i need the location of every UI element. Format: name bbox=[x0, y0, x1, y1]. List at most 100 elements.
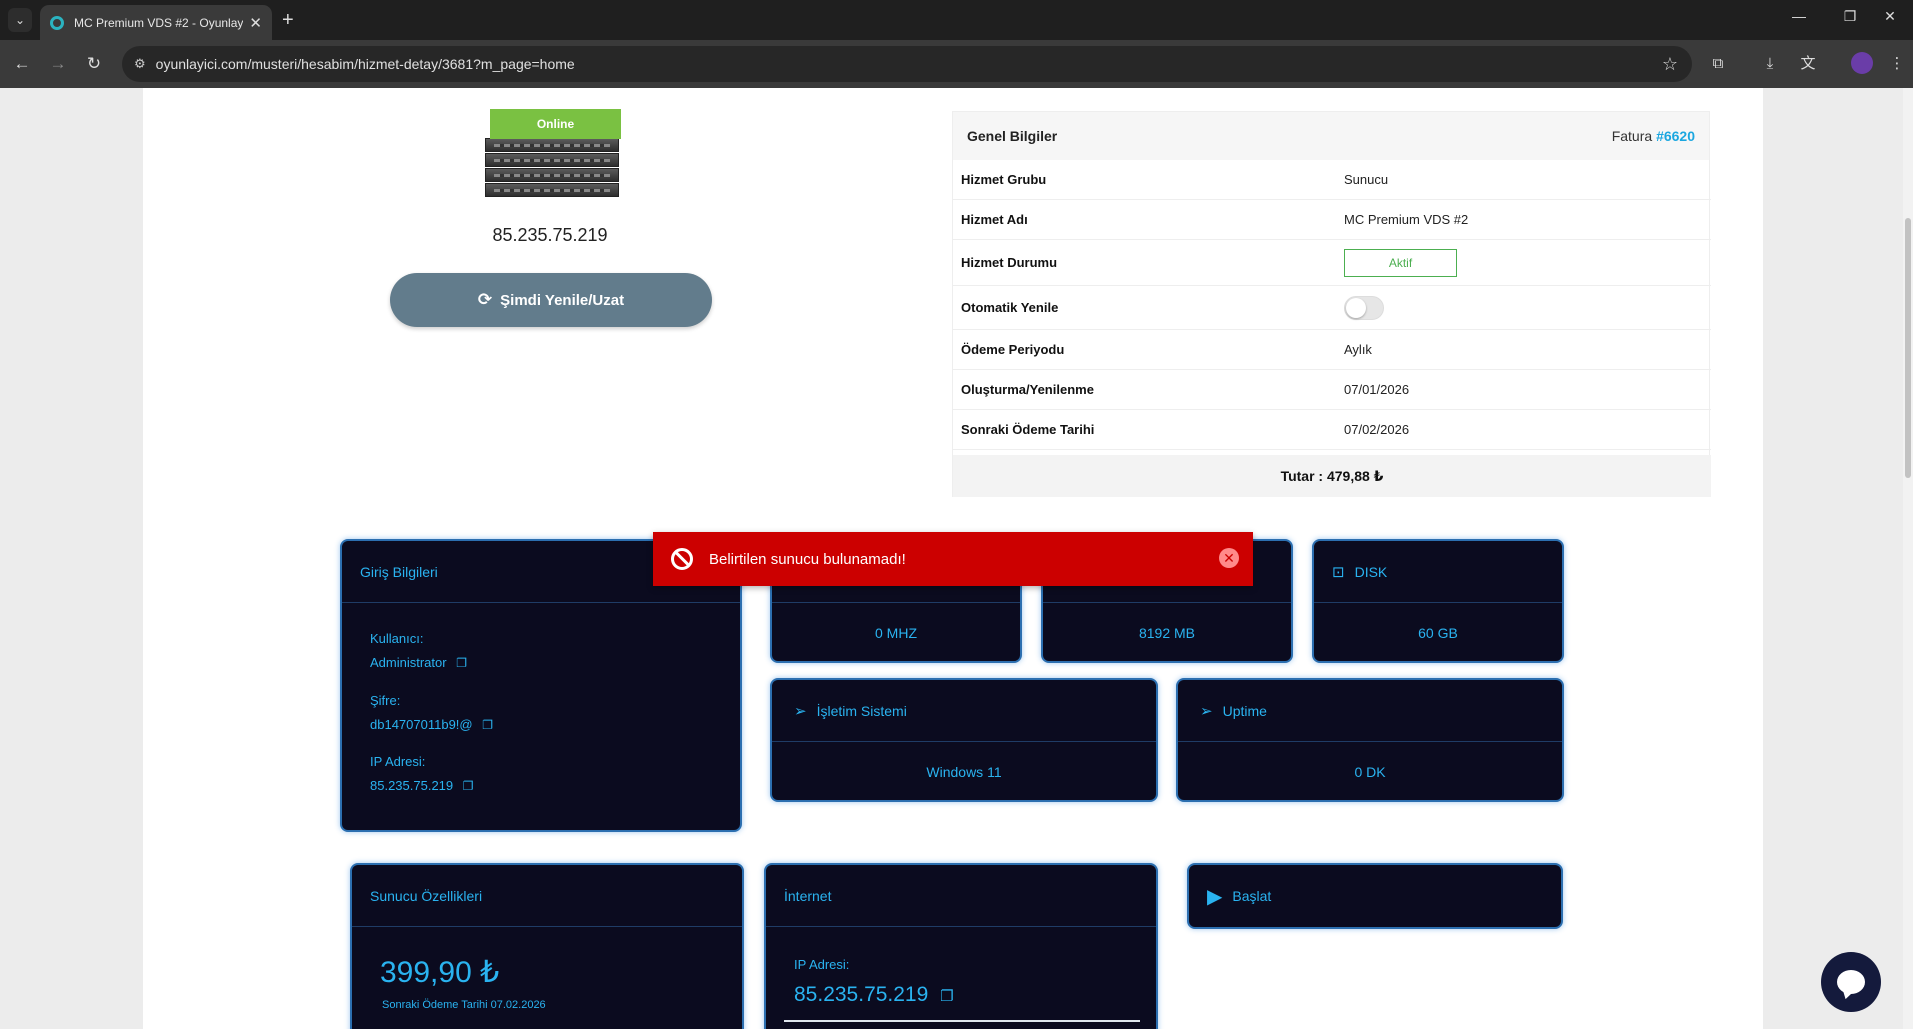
uptime-card-header: ➢ Uptime bbox=[1178, 680, 1562, 742]
bookmark-star-icon[interactable]: ☆ bbox=[1662, 54, 1678, 75]
status-badge: Online bbox=[490, 109, 621, 139]
service-status-badge: Aktif bbox=[1344, 248, 1457, 277]
price-value: 399,90 ₺ bbox=[380, 956, 500, 989]
general-info-title: Genel Bilgiler bbox=[967, 128, 1058, 144]
menu-kebab-icon[interactable]: ⋮ bbox=[1885, 52, 1909, 76]
send-icon: ➢ bbox=[794, 702, 807, 720]
info-key: Otomatik Yenile bbox=[961, 300, 1059, 315]
internet-ip-label: IP Adresi: bbox=[794, 957, 850, 972]
uptime-value: 0 DK bbox=[1354, 764, 1386, 780]
error-message: Belirtilen sunucu bulunamadı! bbox=[709, 550, 906, 568]
copy-icon[interactable]: ❐ bbox=[456, 656, 467, 670]
chat-bubble-icon bbox=[1837, 970, 1865, 994]
password-value-row: db14707011b9!@ ❐ bbox=[370, 717, 493, 732]
disk-card: ⊡ DISK 60 GB bbox=[1312, 539, 1564, 663]
profile-avatar[interactable] bbox=[1851, 52, 1873, 74]
info-key: Hizmet Grubu bbox=[961, 172, 1047, 187]
reload-icon[interactable]: ↻ bbox=[82, 52, 106, 76]
os-title: İşletim Sistemi bbox=[816, 702, 907, 719]
info-value: Sunucu bbox=[1344, 172, 1389, 187]
tab-close-icon[interactable]: ✕ bbox=[249, 14, 262, 32]
start-button-label: Başlat bbox=[1232, 888, 1272, 904]
divider bbox=[784, 1020, 1140, 1022]
start-button[interactable]: ▶ Başlat bbox=[1187, 863, 1563, 929]
invoice-info: Fatura #6620 bbox=[1612, 128, 1695, 144]
download-icon[interactable]: ⤓ bbox=[1758, 52, 1782, 76]
info-key: Sonraki Ödeme Tarihi bbox=[961, 422, 1095, 437]
toast-close-icon[interactable]: ✕ bbox=[1219, 548, 1239, 568]
translate-icon[interactable]: 文 bbox=[1796, 52, 1820, 76]
disk-icon: ⊡ bbox=[1332, 563, 1345, 581]
password-value: db14707011b9!@ bbox=[370, 717, 473, 732]
general-info-header: Genel Bilgiler Fatura #6620 bbox=[953, 112, 1709, 160]
username-label: Kullanıcı: bbox=[370, 631, 424, 646]
disk-value: 60 GB bbox=[1418, 625, 1458, 641]
internet-card: İnternet IP Adresi: 85.235.75.219 ❐ bbox=[764, 863, 1158, 1029]
site-favicon-icon bbox=[50, 15, 64, 30]
username-value: Administrator bbox=[370, 655, 447, 670]
info-row: Oluşturma/Yenilenme 07/01/2026 bbox=[953, 370, 1711, 410]
error-toast: Belirtilen sunucu bulunamadı! ✕ bbox=[653, 532, 1253, 586]
uptime-title: Uptime bbox=[1222, 702, 1267, 719]
info-row: Hizmet Durumu Aktif bbox=[953, 240, 1711, 286]
address-bar[interactable]: ⚙ oyunlayici.com/musteri/hesabim/hizmet-… bbox=[122, 46, 1692, 82]
copy-icon[interactable]: ❐ bbox=[940, 988, 953, 1005]
extensions-icon[interactable]: ⧉ bbox=[1706, 52, 1730, 76]
username-value-row: Administrator ❐ bbox=[370, 655, 467, 670]
ram-value: 8192 MB bbox=[1138, 625, 1196, 641]
ip-value: 85.235.75.219 bbox=[370, 778, 454, 793]
copy-icon[interactable]: ❐ bbox=[463, 779, 474, 793]
os-value: Windows 11 bbox=[926, 764, 1002, 780]
new-tab-icon[interactable]: + bbox=[282, 8, 294, 32]
uptime-card: ➢ Uptime 0 DK bbox=[1176, 678, 1564, 802]
info-key: Oluşturma/Yenilenme bbox=[961, 382, 1094, 397]
info-value: 07/02/2026 bbox=[1344, 422, 1410, 437]
next-payment-date: Sonraki Ödeme Tarihi 07.02.2026 bbox=[382, 999, 546, 1011]
tab-title: MC Premium VDS #2 - Oyunlay bbox=[74, 15, 244, 30]
info-key: Hizmet Durumu bbox=[961, 255, 1058, 270]
window-close-icon[interactable]: ✕ bbox=[1878, 8, 1902, 25]
info-key: Ödeme Periyodu bbox=[961, 342, 1065, 357]
disk-card-header: ⊡ DISK bbox=[1314, 541, 1562, 603]
server-image bbox=[485, 138, 619, 200]
info-row: Hizmet Grubu Sunucu bbox=[953, 160, 1711, 200]
cpu-value: 0 MHZ bbox=[875, 625, 917, 641]
refresh-icon: ⟳ bbox=[477, 290, 493, 309]
browser-tab[interactable]: MC Premium VDS #2 - Oyunlay ✕ bbox=[40, 5, 272, 40]
url-text[interactable]: oyunlayici.com/musteri/hesabim/hizmet-de… bbox=[156, 56, 1662, 72]
renew-button[interactable]: ⟳ Şimdi Yenile/Uzat bbox=[390, 273, 712, 327]
tab-search-icon[interactable]: ⌄ bbox=[8, 8, 32, 32]
browser-toolbar: ← → ↻ ⚙ oyunlayici.com/musteri/hesabim/h… bbox=[0, 40, 1913, 88]
send-icon: ➢ bbox=[1200, 702, 1213, 720]
site-info-icon[interactable]: ⚙ bbox=[134, 56, 146, 72]
os-card: ➢ İşletim Sistemi Windows 11 bbox=[770, 678, 1158, 802]
ip-value-row: 85.235.75.219 ❐ bbox=[370, 778, 474, 793]
info-row: Hizmet Adı MC Premium VDS #2 bbox=[953, 200, 1711, 240]
info-row: Otomatik Yenile bbox=[953, 286, 1711, 330]
back-icon[interactable]: ← bbox=[10, 52, 34, 76]
invoice-label: Fatura bbox=[1611, 128, 1653, 144]
internet-title: İnternet bbox=[766, 865, 1156, 927]
internet-ip-row: 85.235.75.219 ❐ bbox=[794, 983, 954, 1007]
info-row: Sonraki Ödeme Tarihi 07/02/2026 bbox=[953, 410, 1711, 450]
restore-icon[interactable]: ❐ bbox=[1838, 8, 1862, 25]
os-card-header: ➢ İşletim Sistemi bbox=[772, 680, 1156, 742]
password-label: Şifre: bbox=[370, 693, 401, 708]
internet-ip-value: 85.235.75.219 bbox=[794, 983, 929, 1006]
server-ip: 85.235.75.219 bbox=[492, 225, 608, 245]
server-features-card: Sunucu Özellikleri 399,90 ₺ Sonraki Ödem… bbox=[350, 863, 744, 1029]
server-features-title: Sunucu Özellikleri bbox=[352, 865, 742, 927]
total-amount: Tutar : 479,88 ₺ bbox=[953, 455, 1711, 497]
minimize-icon[interactable]: — bbox=[1787, 8, 1811, 24]
info-value: MC Premium VDS #2 bbox=[1344, 212, 1469, 227]
scrollbar-thumb[interactable] bbox=[1905, 218, 1911, 478]
forward-icon[interactable]: → bbox=[46, 52, 70, 76]
ip-label: IP Adresi: bbox=[370, 754, 426, 769]
auto-renew-toggle[interactable] bbox=[1344, 295, 1384, 320]
live-chat-button[interactable] bbox=[1821, 952, 1881, 1012]
play-gear-icon: ▶ bbox=[1207, 885, 1223, 908]
invoice-link[interactable]: #6620 bbox=[1656, 128, 1695, 144]
copy-icon[interactable]: ❐ bbox=[482, 718, 493, 732]
browser-tab-bar: ⌄ MC Premium VDS #2 - Oyunlay ✕ + — ❐ ✕ bbox=[0, 0, 1913, 40]
info-key: Hizmet Adı bbox=[961, 212, 1028, 227]
